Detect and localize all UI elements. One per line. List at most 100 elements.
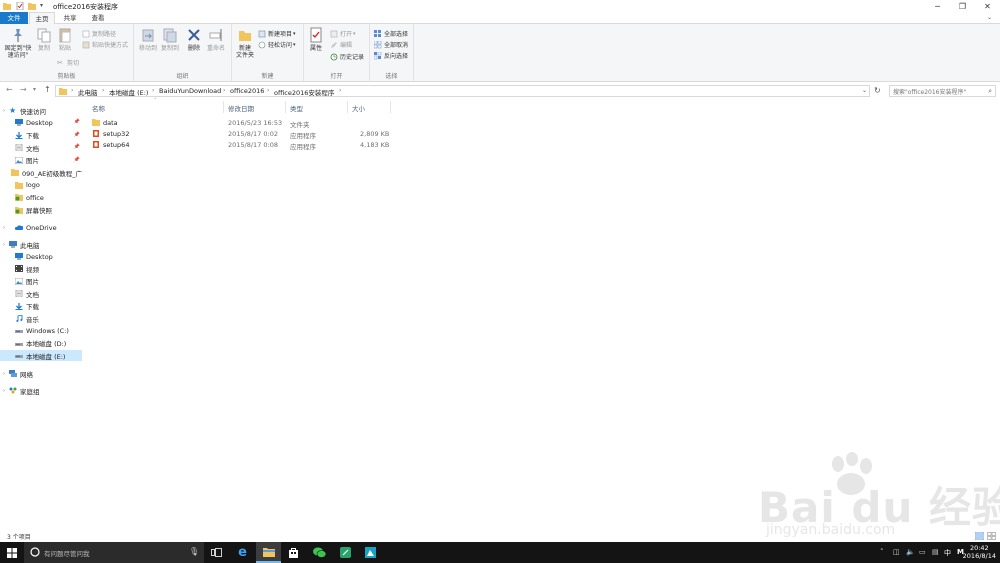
nav-quick-item[interactable]: logo: [0, 180, 82, 191]
nav-quick-item[interactable]: 090_AE初级教程_广: [0, 167, 82, 178]
move-to-button[interactable]: 移动到: [138, 27, 158, 52]
file-size: 2,809 KB: [360, 130, 390, 138]
nav-pc-item[interactable]: 下载: [0, 301, 82, 312]
back-arrow-icon[interactable]: ←: [6, 85, 13, 94]
pin-icon[interactable]: 📌: [74, 132, 80, 138]
new-item-button[interactable]: 新建项目 ▾: [258, 29, 296, 38]
nav-network[interactable]: › 网络: [0, 368, 82, 379]
store-button[interactable]: [281, 542, 306, 563]
address-bar[interactable]: › 此电脑 › 本地磁盘 (E:) › BaiduYunDownload › o…: [55, 85, 870, 97]
nav-pc-item[interactable]: Desktop: [0, 251, 82, 262]
select-none-button[interactable]: 全部取消: [374, 40, 408, 49]
select-all-button[interactable]: 全部选择: [374, 29, 408, 38]
breadcrumb-office2016[interactable]: office2016: [230, 87, 264, 95]
pin-icon[interactable]: 📌: [74, 157, 80, 163]
column-header-type[interactable]: 类型: [290, 103, 303, 113]
nav-quick-item[interactable]: 屏幕快照: [0, 205, 82, 216]
tab-share[interactable]: 共享: [57, 12, 83, 24]
close-button[interactable]: ✕: [975, 0, 1000, 12]
column-separator[interactable]: [285, 101, 286, 113]
show-hidden-icons-icon[interactable]: ˄: [880, 548, 884, 556]
edge-browser-button[interactable]: e: [230, 542, 255, 563]
copy-to-button[interactable]: 复制到: [160, 27, 180, 52]
forward-arrow-icon[interactable]: →: [20, 85, 27, 94]
breadcrumb-drive-e[interactable]: 本地磁盘 (E:): [109, 87, 148, 97]
action-center-icon[interactable]: ▤: [932, 548, 939, 556]
open-button[interactable]: 打开 ▾: [330, 29, 356, 38]
search-input[interactable]: 搜索"office2016安装程序" ⌕: [889, 85, 996, 97]
address-dropdown-icon[interactable]: ⌄: [862, 87, 867, 94]
file-explorer-button[interactable]: [256, 542, 281, 563]
volume-icon[interactable]: 🔈: [906, 548, 915, 556]
edit-button[interactable]: 编辑: [330, 40, 352, 49]
nav-quick-item[interactable]: 下载 📌: [0, 130, 82, 141]
breadcrumb-baiduyundownload[interactable]: BaiduYunDownload: [159, 87, 221, 95]
nav-quick-item[interactable]: office: [0, 192, 82, 203]
app-teal-button[interactable]: [358, 542, 383, 563]
invert-selection-button[interactable]: 反向选择: [374, 51, 408, 60]
breadcrumb-this-pc[interactable]: 此电脑: [78, 87, 98, 97]
rename-button[interactable]: 重命名: [206, 27, 226, 52]
history-button[interactable]: 历史记录: [330, 52, 364, 61]
nav-homegroup[interactable]: › 家庭组: [0, 385, 82, 396]
nav-pc-item[interactable]: Windows (C:): [0, 325, 82, 336]
delete-button[interactable]: 删除: [186, 27, 202, 52]
nav-quick-access[interactable]: › ★ 快速访问: [0, 105, 82, 116]
nav-pc-item[interactable]: 本地磁盘 (D:): [0, 338, 82, 349]
nav-quick-item[interactable]: Desktop 📌: [0, 117, 82, 128]
nav-quick-item[interactable]: 图片 📌: [0, 155, 82, 166]
task-view-button[interactable]: [204, 542, 229, 563]
paste-shortcut-button[interactable]: 粘贴快捷方式: [82, 40, 128, 49]
refresh-icon[interactable]: ↻: [874, 86, 881, 95]
nav-pc-item[interactable]: 文档: [0, 288, 82, 299]
chevron-down-icon[interactable]: ▾: [40, 2, 43, 9]
new-folder-button[interactable]: 新建 文件夹: [235, 27, 255, 59]
properties-button[interactable]: 属性: [307, 27, 325, 52]
tab-file[interactable]: 文件: [0, 12, 28, 24]
breadcrumb-office2016-setup[interactable]: office2016安装程序: [274, 87, 334, 97]
column-separator[interactable]: [223, 101, 224, 113]
column-header-size[interactable]: 大小: [352, 103, 365, 113]
cut-button[interactable]: ✂ 剪切: [57, 58, 79, 68]
nav-quick-item[interactable]: 文档 📌: [0, 142, 82, 153]
ime-indicator[interactable]: 中: [944, 548, 951, 558]
network-tray-icon[interactable]: ◫: [893, 548, 900, 556]
nav-this-pc[interactable]: › 此电脑: [0, 239, 82, 250]
paste-button[interactable]: 粘贴: [56, 27, 74, 52]
nav-onedrive[interactable]: › OneDrive: [0, 222, 82, 233]
pin-icon[interactable]: 📌: [74, 144, 80, 150]
search-icon[interactable]: ⌕: [988, 87, 992, 96]
system-clock[interactable]: 20:42 2016/8/14: [963, 544, 996, 560]
file-row[interactable]: data 2016/5/23 16:53 文件夹: [90, 118, 390, 129]
nav-pc-item[interactable]: 音乐: [0, 313, 82, 324]
column-separator[interactable]: [390, 101, 391, 113]
copy-path-button[interactable]: 复制路径: [82, 29, 116, 38]
column-header-date[interactable]: 修改日期: [228, 103, 254, 113]
battery-icon[interactable]: ▭: [919, 548, 926, 556]
expand-chevron-icon[interactable]: ›: [3, 225, 15, 231]
tab-view[interactable]: 查看: [85, 12, 111, 24]
column-separator[interactable]: [347, 101, 348, 113]
recent-locations-icon[interactable]: ▾: [33, 86, 36, 93]
new-folder-quick-icon[interactable]: [28, 2, 36, 10]
app-green-button[interactable]: [333, 542, 358, 563]
wechat-button[interactable]: [307, 542, 332, 563]
column-header-name[interactable]: 名称: [92, 103, 105, 113]
minimize-button[interactable]: ─: [925, 0, 950, 12]
nav-pc-item[interactable]: 本地磁盘 (E:): [0, 350, 82, 362]
properties-quick-icon[interactable]: [16, 2, 24, 10]
easy-access-button[interactable]: 轻松访问 ▾: [258, 40, 296, 49]
copy-button[interactable]: 复制: [35, 27, 53, 52]
nav-pc-item[interactable]: 图片: [0, 276, 82, 287]
restore-button[interactable]: ❐: [950, 0, 975, 12]
cortana-search-box[interactable]: 有问题尽管问我 🎙: [24, 542, 204, 563]
pin-quick-access-button[interactable]: 固定到"快速访问": [3, 27, 33, 59]
pin-icon[interactable]: 📌: [74, 119, 80, 125]
up-arrow-icon[interactable]: ↑: [44, 85, 51, 94]
start-button[interactable]: [0, 542, 24, 563]
file-row[interactable]: setup32 2015/8/17 0:02 应用程序 2,809 KB: [90, 129, 390, 140]
file-row[interactable]: setup64 2015/8/17 0:08 应用程序 4,183 KB: [90, 140, 390, 151]
expand-ribbon-icon[interactable]: ⌄: [987, 14, 992, 21]
microphone-icon[interactable]: 🎙: [189, 547, 199, 556]
nav-pc-item[interactable]: 视频: [0, 263, 82, 274]
